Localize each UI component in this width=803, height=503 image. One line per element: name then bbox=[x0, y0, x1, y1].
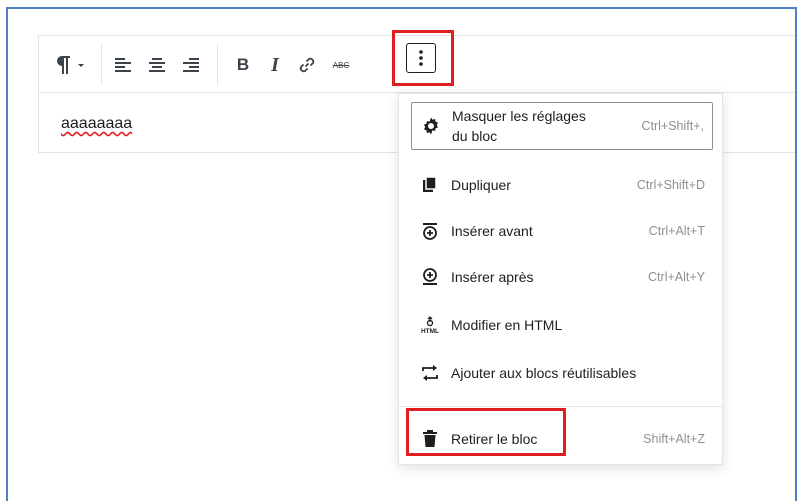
menu-item-shortcut: Ctrl+Shift+D bbox=[636, 178, 705, 192]
link-button[interactable] bbox=[293, 48, 321, 82]
menu-item-shortcut: Shift+Alt+Z bbox=[643, 432, 705, 446]
menu-item-shortcut: Ctrl+Alt+Y bbox=[648, 270, 705, 284]
gear-icon bbox=[420, 115, 442, 137]
align-center-button[interactable] bbox=[143, 48, 171, 82]
reusable-icon bbox=[419, 362, 441, 384]
align-center-icon bbox=[149, 58, 165, 72]
link-icon bbox=[299, 57, 315, 73]
insert-after-icon bbox=[419, 266, 441, 288]
editor-frame: B I ABC aaaaaaaa Masquer les réglages du… bbox=[6, 7, 797, 501]
more-options-button[interactable] bbox=[406, 43, 436, 73]
strikethrough-button[interactable]: ABC bbox=[327, 48, 355, 82]
menu-item-label: Insérer après bbox=[451, 269, 534, 285]
menu-item-insert-before[interactable]: Insérer avant Ctrl+Alt+T bbox=[411, 214, 713, 248]
menu-item-remove-block[interactable]: Retirer le bloc Shift+Alt+Z bbox=[411, 422, 713, 456]
paragraph-transform-button[interactable] bbox=[51, 48, 91, 82]
menu-item-label: Modifier en HTML bbox=[451, 317, 563, 333]
html-icon: HTML bbox=[419, 314, 441, 336]
align-left-button[interactable] bbox=[109, 48, 137, 82]
block-content[interactable]: aaaaaaaa bbox=[61, 115, 132, 133]
menu-item-duplicate[interactable]: Dupliquer Ctrl+Shift+D bbox=[411, 168, 713, 202]
paragraph-icon bbox=[57, 56, 84, 74]
menu-item-shortcut: Ctrl+Shift+, bbox=[641, 119, 704, 133]
menu-item-label: Retirer le bloc bbox=[451, 431, 538, 447]
trash-icon bbox=[419, 428, 441, 450]
menu-item-edit-html[interactable]: HTML Modifier en HTML bbox=[411, 308, 713, 342]
more-vertical-icon bbox=[419, 50, 423, 66]
menu-item-hide-settings[interactable]: Masquer les réglages du bloc Ctrl+Shift+… bbox=[411, 102, 713, 150]
align-left-icon bbox=[115, 58, 131, 72]
align-right-icon bbox=[183, 58, 199, 72]
menu-item-insert-after[interactable]: Insérer après Ctrl+Alt+Y bbox=[411, 260, 713, 294]
duplicate-icon bbox=[419, 174, 441, 196]
menu-item-shortcut: Ctrl+Alt+T bbox=[648, 224, 705, 238]
menu-separator bbox=[399, 406, 722, 407]
align-right-button[interactable] bbox=[177, 48, 205, 82]
menu-item-label: Insérer avant bbox=[451, 223, 533, 239]
menu-item-label: Masquer les réglages du bloc bbox=[452, 108, 586, 144]
italic-button[interactable]: I bbox=[261, 48, 289, 82]
insert-before-icon bbox=[419, 220, 441, 242]
svg-text:HTML: HTML bbox=[421, 328, 439, 334]
block-options-menu: Masquer les réglages du bloc Ctrl+Shift+… bbox=[398, 93, 723, 465]
bold-button[interactable]: B bbox=[229, 48, 257, 82]
menu-item-label: Dupliquer bbox=[451, 177, 511, 193]
menu-item-add-reusable[interactable]: Ajouter aux blocs réutilisables bbox=[411, 356, 713, 390]
menu-item-label: Ajouter aux blocs réutilisables bbox=[451, 365, 637, 381]
